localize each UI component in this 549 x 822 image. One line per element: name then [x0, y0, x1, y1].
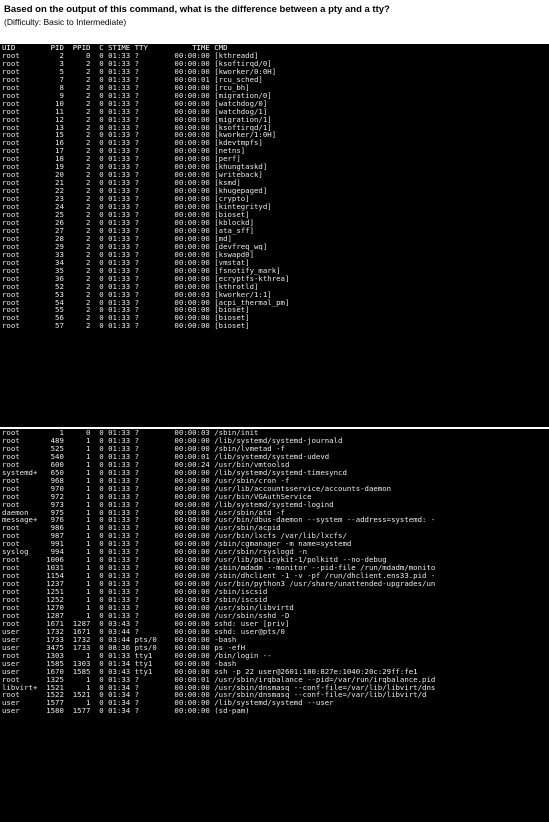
process-row: root 57 2 0 01:33 ? 00:00:00 [bioset]	[2, 321, 250, 331]
process-list-top: root 2 0 0 01:33 ? 00:00:00 [kthreadd] r…	[0, 51, 549, 331]
process-list-bottom: root 1 0 0 01:33 ? 00:00:03 /sbin/init r…	[0, 429, 549, 715]
terminal-output-kernel-threads: UID PID PPID C STIME TTY TIME CMD root 2…	[0, 44, 549, 427]
question-difficulty: (Difficulty: Basic to Intermediate)	[4, 17, 127, 27]
process-row: user 1580 1577 0 01:34 ? 00:00:00 (sd-pa…	[2, 706, 250, 716]
question-block: Based on the output of this command, wha…	[4, 3, 544, 28]
terminal-output-userspace: root 1 0 0 01:33 ? 00:00:03 /sbin/init r…	[0, 429, 549, 822]
question-title: Based on the output of this command, wha…	[4, 4, 390, 15]
